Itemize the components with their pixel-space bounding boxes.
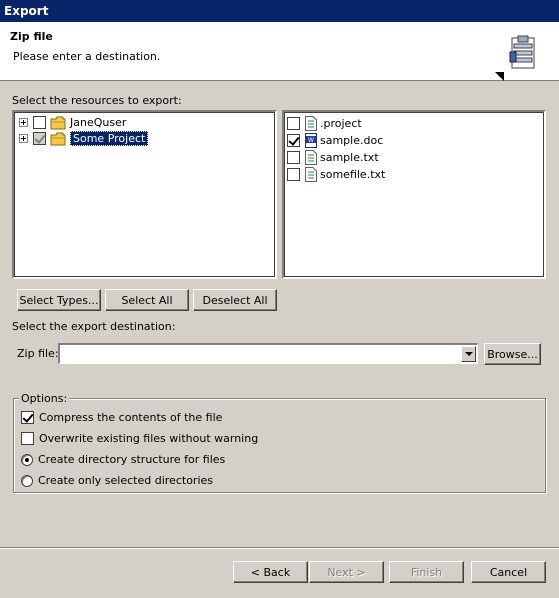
tree-item-label: Some Project xyxy=(70,131,149,146)
compress-checkbox[interactable] xyxy=(21,411,34,424)
file-checkbox[interactable] xyxy=(287,134,300,147)
overwrite-checkbox[interactable] xyxy=(21,432,34,445)
file-label: sample.txt xyxy=(320,151,379,164)
select-types-button[interactable]: Select Types... xyxy=(17,289,101,311)
options-title: Options: xyxy=(19,392,70,405)
chevron-down-icon[interactable] xyxy=(461,346,476,362)
text-file-icon xyxy=(305,116,317,131)
tree-item-label: JaneQuser xyxy=(70,116,127,129)
tree-item-checkbox[interactable] xyxy=(33,132,46,145)
resource-tree[interactable]: JaneQuser Some Project xyxy=(12,110,277,279)
create-structure-option[interactable]: Create directory structure for files xyxy=(21,451,225,468)
text-file-icon xyxy=(305,167,317,182)
list-item[interactable]: .project xyxy=(287,115,362,132)
tree-item[interactable]: Some Project xyxy=(19,130,149,147)
expand-icon[interactable] xyxy=(19,134,28,143)
file-label: somefile.txt xyxy=(320,168,386,181)
select-all-button[interactable]: Select All xyxy=(105,289,189,311)
window-title: Export xyxy=(0,0,559,22)
list-item[interactable]: sample.txt xyxy=(287,149,379,166)
file-checkbox[interactable] xyxy=(287,117,300,130)
list-item[interactable]: somefile.txt xyxy=(287,166,385,183)
wizard-banner: Zip file Please enter a destination. xyxy=(0,22,559,81)
compress-label: Compress the contents of the file xyxy=(39,411,223,424)
word-document-icon: W xyxy=(305,133,317,148)
create-structure-label: Create directory structure for files xyxy=(38,453,226,466)
create-selected-label: Create only selected directories xyxy=(38,474,213,487)
back-button[interactable]: < Back xyxy=(233,561,308,583)
next-button[interactable]: Next > xyxy=(309,561,384,583)
resources-label: Select the resources to export: xyxy=(12,94,182,107)
text-file-icon xyxy=(305,150,317,165)
page-title: Zip file xyxy=(10,30,53,43)
deselect-all-button[interactable]: Deselect All xyxy=(193,289,277,311)
file-list[interactable]: .project W sample.doc sample.txt somefil… xyxy=(282,110,546,279)
zip-file-combo[interactable] xyxy=(58,343,478,364)
finish-button[interactable]: Finish xyxy=(389,561,464,583)
folder-icon xyxy=(50,132,66,145)
destination-label: Select the export destination: xyxy=(12,320,176,333)
footer-separator xyxy=(0,547,559,549)
file-checkbox[interactable] xyxy=(287,151,300,164)
cancel-button[interactable]: Cancel xyxy=(471,561,546,583)
zip-file-input[interactable] xyxy=(62,346,457,361)
page-message: Please enter a destination. xyxy=(13,50,161,63)
file-label: .project xyxy=(320,117,362,130)
zip-file-wizard-icon xyxy=(495,35,535,81)
zip-file-label: Zip file: xyxy=(17,347,59,360)
expand-icon[interactable] xyxy=(19,118,28,127)
folder-icon xyxy=(50,116,66,129)
svg-text:W: W xyxy=(308,137,314,144)
list-item[interactable]: W sample.doc xyxy=(287,132,383,149)
create-selected-radio[interactable] xyxy=(21,474,33,487)
create-selected-option[interactable]: Create only selected directories xyxy=(21,472,213,489)
create-structure-radio[interactable] xyxy=(21,453,33,466)
overwrite-label: Overwrite existing files without warning xyxy=(39,432,259,445)
tree-item-checkbox[interactable] xyxy=(33,116,46,129)
file-label: sample.doc xyxy=(320,134,384,147)
file-checkbox[interactable] xyxy=(287,168,300,181)
overwrite-option[interactable]: Overwrite existing files without warning xyxy=(21,430,258,447)
compress-option[interactable]: Compress the contents of the file xyxy=(21,409,222,426)
browse-button[interactable]: Browse... xyxy=(484,343,541,365)
tree-item[interactable]: JaneQuser xyxy=(19,114,126,131)
